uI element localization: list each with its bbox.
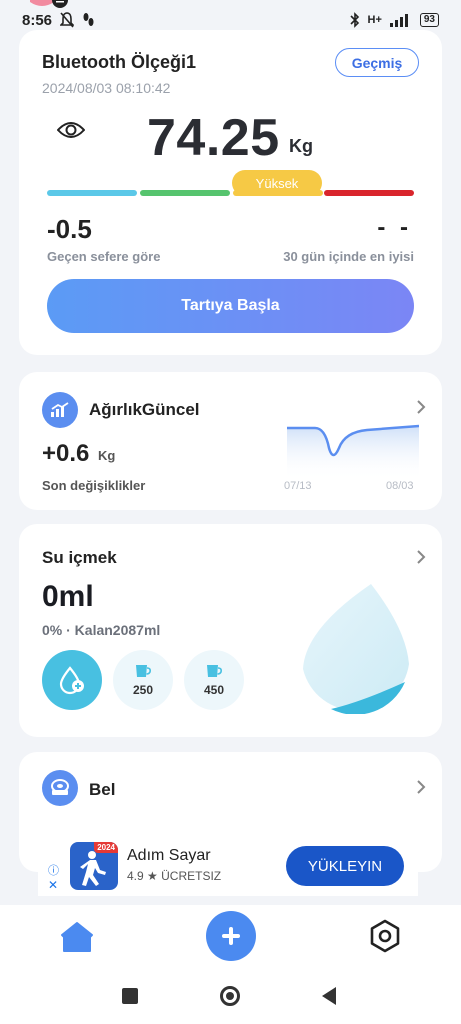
system-navigation — [0, 965, 461, 1024]
best-value: - - — [377, 214, 412, 241]
cup-450-button[interactable]: 450 — [184, 650, 244, 710]
ad-install-button[interactable]: YÜKLEYIN — [286, 846, 404, 886]
ad-close-icon[interactable]: ✕ — [48, 878, 58, 892]
weight-unit: Kg — [289, 136, 313, 156]
weight-trend-card[interactable]: AğırlıkGüncel +0.6 Kg Son değişiklikler … — [19, 372, 442, 510]
measurement-datetime: 2024/08/03 08:10:42 — [42, 80, 171, 96]
weight-value: 74.25 — [147, 109, 280, 167]
chevron-right-icon[interactable] — [415, 780, 427, 794]
bmi-segment-normal — [140, 190, 230, 196]
water-amount: 0ml — [42, 580, 94, 613]
trend-up-icon — [42, 392, 78, 428]
recent-apps-button[interactable] — [122, 988, 138, 1004]
cup-450-label: 450 — [203, 683, 225, 697]
water-remaining: 0% · Kalan2087ml — [42, 622, 161, 638]
bottom-navigation — [0, 905, 461, 965]
water-drop-plus-icon — [59, 666, 84, 695]
bmi-segment-low — [47, 190, 137, 196]
trend-unit: Kg — [98, 448, 116, 463]
add-record-button[interactable] — [206, 911, 256, 961]
waist-title: Bel — [89, 780, 116, 799]
tape-measure-icon — [42, 770, 78, 806]
chevron-right-icon[interactable] — [415, 550, 427, 564]
battery-level: 93 — [419, 13, 439, 27]
water-drop-illustration — [303, 584, 409, 714]
ad-app-icon: 2024 — [70, 842, 118, 890]
water-title: Su içmek — [42, 548, 117, 567]
cup-250-label: 250 — [132, 683, 154, 697]
back-button[interactable] — [322, 987, 336, 1005]
ad-info-icon[interactable]: ⓘ — [48, 862, 59, 878]
weight-trend-sparkline — [287, 424, 419, 480]
cup-icon — [207, 665, 222, 677]
change-label: Geçen sefere göre — [47, 249, 161, 264]
ad-app-name: Adım Sayar — [127, 847, 211, 864]
bmi-status-badge: Yüksek — [232, 170, 322, 196]
home-icon[interactable] — [60, 921, 94, 953]
scale-card: Bluetooth Ölçeği1 2024/08/03 08:10:42 Ge… — [19, 30, 442, 355]
history-button[interactable]: Geçmiş — [335, 48, 419, 77]
status-time: 8:56 — [22, 11, 53, 29]
trend-label: Son değişiklikler — [42, 478, 146, 493]
settings-icon[interactable] — [368, 919, 402, 953]
device-name: Bluetooth Ölçeği1 — [42, 52, 197, 72]
plus-icon — [222, 927, 240, 945]
trend-start-date: 07/13 — [284, 480, 312, 492]
bell-muted-icon — [60, 12, 75, 28]
signal-icon — [389, 14, 408, 27]
start-weighing-button[interactable]: Tartıya Başla — [47, 279, 414, 333]
eye-icon[interactable] — [57, 120, 85, 140]
ad-banner[interactable]: ⓘ ✕ 2024 Adım Sayar 4.9 ★ ÜCRETSIZ YÜKLE… — [38, 836, 418, 896]
cup-icon — [136, 665, 151, 677]
system-home-button[interactable] — [220, 986, 240, 1006]
best-label: 30 gün içinde en iyisi — [283, 249, 414, 264]
trend-value: +0.6 — [42, 440, 90, 467]
trend-end-date: 08/03 — [386, 480, 414, 492]
footsteps-icon — [83, 13, 94, 26]
add-water-button[interactable] — [42, 650, 102, 710]
weight-trend-title: AğırlıkGüncel — [89, 400, 200, 419]
bluetooth-icon — [349, 12, 359, 28]
cup-250-button[interactable]: 250 — [113, 650, 173, 710]
notification-app-icon — [30, 0, 68, 8]
bmi-segment-obese — [324, 190, 414, 196]
change-value: -0.5 — [47, 214, 92, 244]
chevron-right-icon[interactable] — [415, 400, 427, 414]
network-type: H+ — [367, 14, 382, 26]
ad-rating: 4.9 ★ ÜCRETSIZ — [127, 869, 222, 883]
water-card[interactable]: Su içmek 0ml 0% · Kalan2087ml 250 450 — [19, 524, 442, 737]
